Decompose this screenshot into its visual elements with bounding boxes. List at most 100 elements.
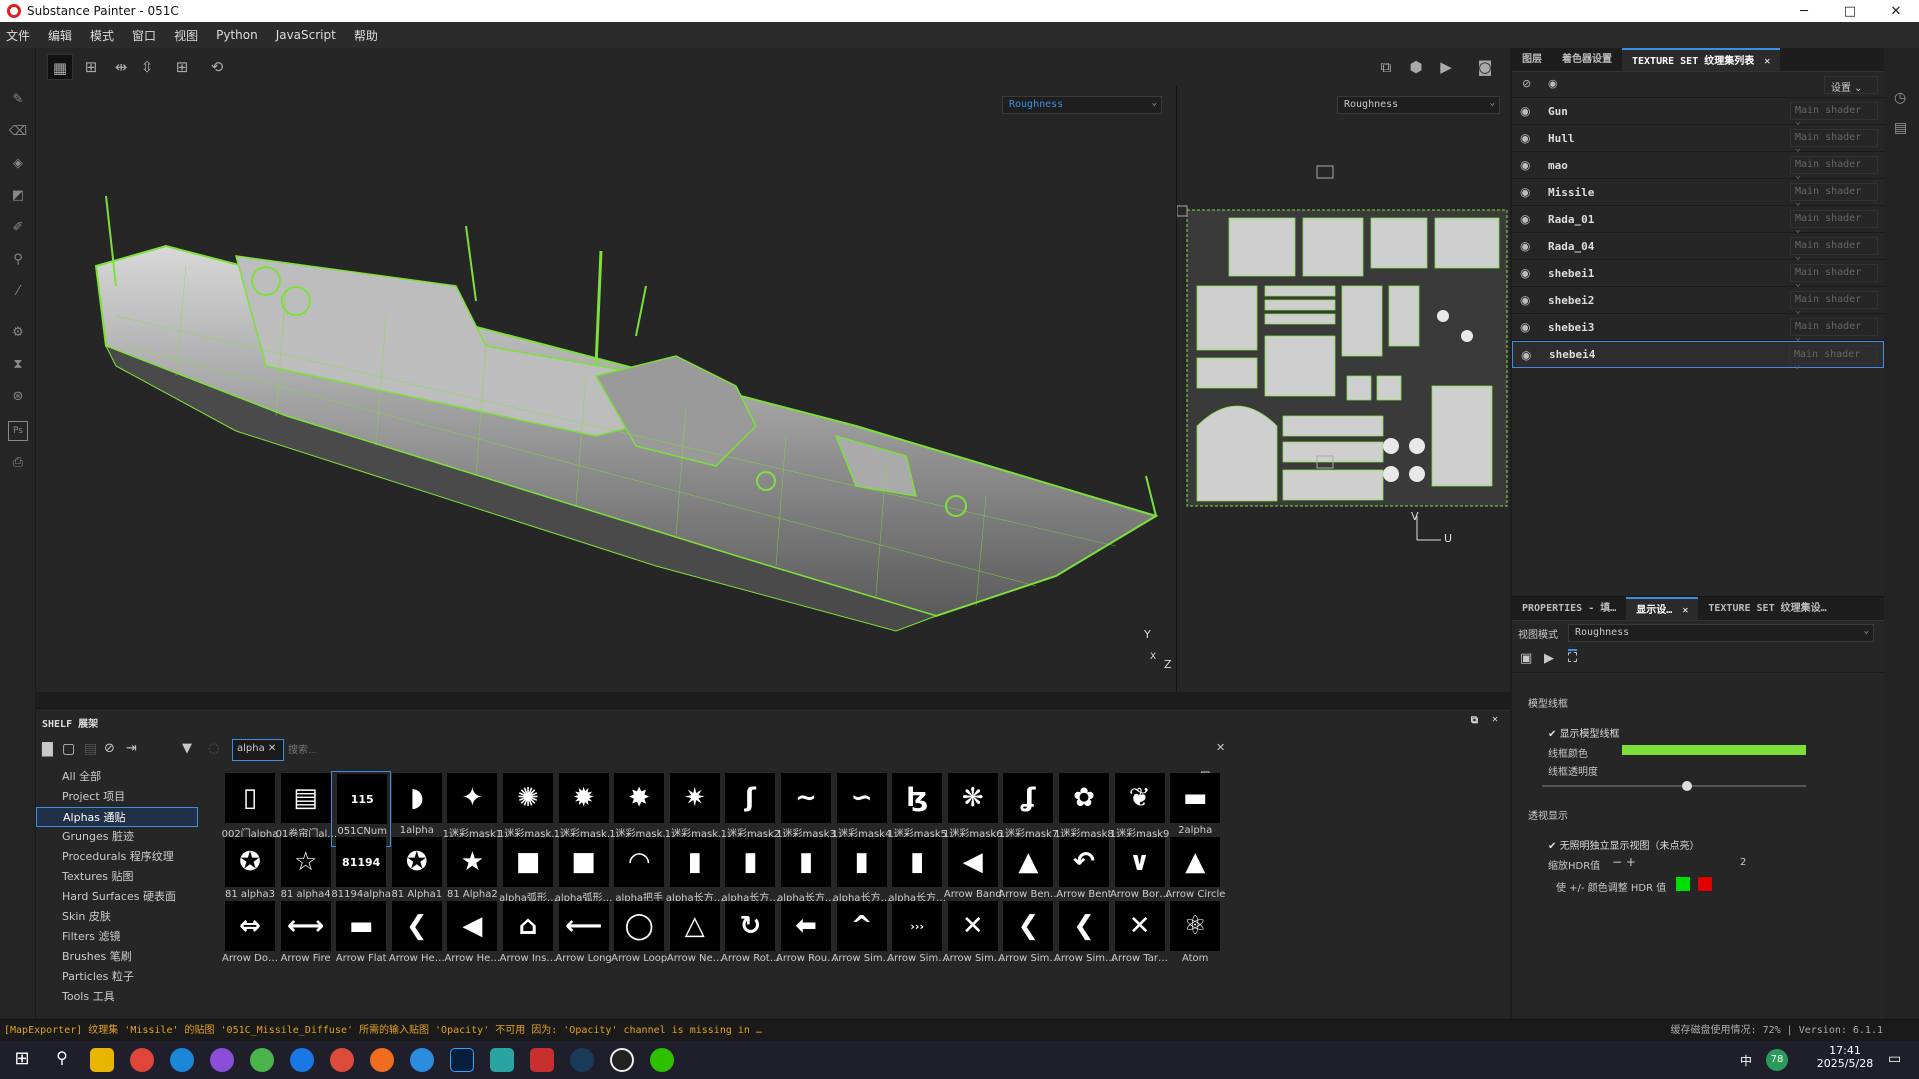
projection-icon[interactable]: ◈ xyxy=(8,154,28,174)
texture-set-row[interactable]: ◉ Hull Main shader ⌄ xyxy=(1512,125,1884,154)
alpha-thumbnail[interactable]: ◯ Arrow Loop xyxy=(609,899,669,975)
texture-set-row[interactable]: ◉ Rada_01 Main shader ⌄ xyxy=(1512,206,1884,235)
texture-set-row[interactable]: ◉ shebei2 Main shader ⌄ xyxy=(1512,287,1884,316)
clock[interactable]: 17:41 2025/5/28 xyxy=(1810,1044,1880,1070)
tab-layers[interactable]: 图层 xyxy=(1512,48,1552,71)
menu-mode[interactable]: 模式 xyxy=(90,27,114,44)
category-item[interactable]: Filters 滤镜 xyxy=(36,927,198,947)
mirror-x-icon[interactable]: ⇹ xyxy=(108,54,134,80)
alpha-thumbnail[interactable]: ⟷ Arrow Fire xyxy=(276,899,336,975)
viewport-3d[interactable]: Roughness ⌄ Y Z X xyxy=(36,86,1176,692)
alpha-thumbnail[interactable]: ✕ Arrow Sim… xyxy=(943,899,1003,975)
hide-all-icon[interactable]: ⊘ xyxy=(1522,77,1531,90)
category-item[interactable]: Skin 皮肤 xyxy=(36,907,198,927)
menu-edit[interactable]: 编辑 xyxy=(48,27,72,44)
chrome-icon[interactable] xyxy=(330,1048,354,1072)
minimize-button[interactable]: ─ xyxy=(1781,0,1827,22)
import-icon[interactable]: ⇥ xyxy=(126,741,137,756)
visibility-eye-icon[interactable]: ◉ xyxy=(1520,293,1536,307)
shader-dropdown[interactable]: Main shader ⌄ xyxy=(1790,291,1878,316)
shader-dropdown[interactable]: Main shader ⌄ xyxy=(1790,210,1878,235)
menu-file[interactable]: 文件 xyxy=(6,27,30,44)
steam-icon[interactable] xyxy=(570,1048,594,1072)
shader-dropdown[interactable]: Main shader ⌄ xyxy=(1790,264,1878,289)
bake-icon[interactable]: ⚙ xyxy=(8,323,28,343)
browser-icon[interactable] xyxy=(130,1048,154,1072)
category-item[interactable]: Grunges 脏迹 xyxy=(36,827,198,847)
menu-help[interactable]: 帮助 xyxy=(354,27,378,44)
hourglass-icon[interactable]: ⧗ xyxy=(8,355,28,375)
category-item-selected[interactable]: Alphas 通贴 xyxy=(36,807,198,827)
alpha-thumbnail[interactable]: ◀ Arrow He… xyxy=(442,899,502,975)
history-panel-icon[interactable]: ◷ xyxy=(1894,90,1906,106)
shader-dropdown[interactable]: Main shader ⌄ xyxy=(1790,129,1878,154)
wire-color-swatch[interactable] xyxy=(1622,745,1806,755)
material-icon[interactable]: ⊛ xyxy=(8,387,28,407)
new-page-icon[interactable]: ▢ xyxy=(62,741,75,757)
filter-tag[interactable]: alpha ✕ xyxy=(232,739,284,761)
alpha-thumbnail[interactable]: ⌂ Arrow Ins… xyxy=(498,899,558,975)
mirror-y-icon[interactable]: ⇳ xyxy=(134,54,160,80)
shader-dropdown[interactable]: Main shader ⌄ xyxy=(1790,318,1878,343)
firefox-icon[interactable] xyxy=(370,1048,394,1072)
split-view-icon[interactable]: ⧉ xyxy=(1373,54,1399,80)
slider-handle[interactable] xyxy=(1682,781,1693,791)
alpha-thumbnail[interactable]: ❮ Arrow Sim… xyxy=(1054,899,1114,975)
search-icon[interactable]: ⚲ xyxy=(50,1048,74,1072)
alpha-thumbnail[interactable]: ⚛ Atom xyxy=(1165,899,1225,975)
alpha-thumbnail[interactable]: ⟵ Arrow Long xyxy=(554,899,614,975)
alpha-thumbnail[interactable]: ❮ Arrow Sim… xyxy=(998,899,1058,975)
category-item[interactable]: Hard Surfaces 硬表面 xyxy=(36,887,198,907)
clear-search-icon[interactable]: ✕ xyxy=(1216,741,1225,754)
category-item[interactable]: All 全部 xyxy=(36,767,198,787)
category-item[interactable]: Brushes 笔刷 xyxy=(36,947,198,967)
texture-set-row[interactable]: ◉ shebei1 Main shader ⌄ xyxy=(1512,260,1884,289)
paint-brush-icon[interactable]: ✎ xyxy=(8,90,28,110)
environment-icon[interactable]: ▣ xyxy=(1520,651,1532,666)
category-item[interactable]: Particles 粒子 xyxy=(36,967,198,987)
view-mode-select[interactable]: Roughness ⌄ xyxy=(1568,624,1874,642)
screenshot-icon[interactable]: ◙ xyxy=(1472,54,1498,80)
tab-texture-set-settings[interactable]: TEXTURE SET 纹理集设… xyxy=(1698,597,1836,620)
app-icon[interactable] xyxy=(210,1048,234,1072)
viewport-2d[interactable]: Roughness ⌄ V U xyxy=(1177,86,1510,692)
shader-dropdown[interactable]: Main shader ⌄ xyxy=(1790,102,1878,127)
hdr-stepper[interactable]: − + xyxy=(1612,855,1636,869)
category-item[interactable]: Tools 工具 xyxy=(36,987,198,1007)
float-panel-icon[interactable]: ⧉ xyxy=(1471,715,1478,726)
app-icon[interactable] xyxy=(490,1048,514,1072)
menu-javascript[interactable]: JavaScript xyxy=(276,28,336,42)
cube-icon[interactable]: ⬢ xyxy=(1403,54,1429,80)
app-icon[interactable] xyxy=(290,1048,314,1072)
red-swatch[interactable] xyxy=(1698,877,1712,891)
visibility-eye-icon[interactable]: ◉ xyxy=(1521,348,1537,362)
close-button[interactable]: ✕ xyxy=(1873,0,1919,22)
menu-window[interactable]: 窗口 xyxy=(132,27,156,44)
menu-python[interactable]: Python xyxy=(216,28,258,42)
polygon-fill-icon[interactable]: ◩ xyxy=(8,186,28,206)
tab-texture-set-list[interactable]: TEXTURE SET 纹理集列表 ✕ xyxy=(1622,48,1781,71)
tab-shader-settings[interactable]: 着色器设置 xyxy=(1552,48,1622,71)
shader-dropdown[interactable]: Main shader ⌄ xyxy=(1790,237,1878,262)
camera-settings-icon[interactable]: ▶ xyxy=(1544,651,1554,666)
visibility-eye-icon[interactable]: ◉ xyxy=(1520,131,1536,145)
windows-start-icon[interactable]: ⊞ xyxy=(10,1048,34,1072)
refresh-icon[interactable]: ◌ xyxy=(208,741,219,756)
camera-icon[interactable]: ▶ xyxy=(1433,54,1459,80)
hide-icon[interactable]: ⊘ xyxy=(104,741,115,756)
tab-display-settings[interactable]: 显示设… ✕ xyxy=(1626,597,1699,620)
independent-view-checkbox[interactable]: ✔ 无照明独立显示视图（未点亮） xyxy=(1548,837,1700,852)
visibility-eye-icon[interactable]: ◉ xyxy=(1520,104,1536,118)
shader-dropdown[interactable]: Main shader ⌄ xyxy=(1790,156,1878,181)
visibility-eye-icon[interactable]: ◉ xyxy=(1520,158,1536,172)
photoshop-icon[interactable]: Ps xyxy=(8,421,28,441)
alpha-thumbnail[interactable]: ^ Arrow Sim… xyxy=(832,899,892,975)
app-icon[interactable] xyxy=(410,1048,434,1072)
texture-set-row[interactable]: ◉ Gun Main shader ⌄ xyxy=(1512,98,1884,127)
category-item[interactable]: Project 项目 xyxy=(36,787,198,807)
category-item[interactable]: Textures 贴图 xyxy=(36,867,198,887)
maximize-button[interactable]: □ xyxy=(1827,0,1873,22)
visibility-eye-icon[interactable]: ◉ xyxy=(1520,212,1536,226)
file-explorer-icon[interactable] xyxy=(90,1048,114,1072)
texture-set-row[interactable]: ◉ shebei3 Main shader ⌄ xyxy=(1512,314,1884,343)
